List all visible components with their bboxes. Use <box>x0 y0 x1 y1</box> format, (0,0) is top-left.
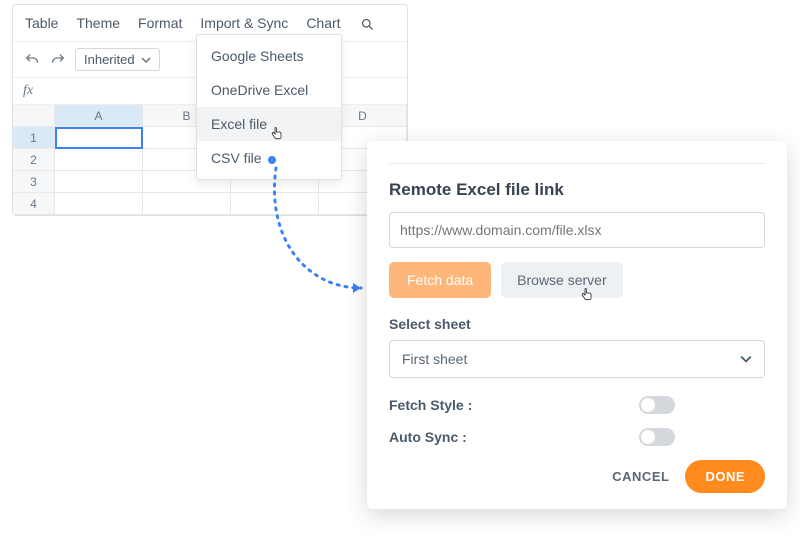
cell-a2[interactable] <box>55 149 143 171</box>
dropdown-item-excel-file[interactable]: Excel file <box>197 107 341 141</box>
undo-icon[interactable] <box>23 51 41 69</box>
auto-sync-label: Auto Sync : <box>389 429 467 445</box>
col-header-a[interactable]: A <box>55 105 143 127</box>
chevron-down-icon <box>141 55 151 65</box>
import-excel-modal: Remote Excel file link Fetch data Browse… <box>367 141 787 509</box>
menu-theme[interactable]: Theme <box>76 15 120 33</box>
menu-chart[interactable]: Chart <box>306 15 340 33</box>
fetch-data-button[interactable]: Fetch data <box>389 262 491 298</box>
dropdown-item-onedrive-excel[interactable]: OneDrive Excel <box>197 73 341 107</box>
row-header-4[interactable]: 4 <box>13 193 55 215</box>
menu-format[interactable]: Format <box>138 15 182 33</box>
dropdown-item-label: Excel file <box>211 116 267 132</box>
dropdown-item-label: CSV file <box>211 150 262 166</box>
cell-a3[interactable] <box>55 171 143 193</box>
select-sheet-value: First sheet <box>402 351 467 367</box>
search-icon[interactable] <box>359 15 377 33</box>
menu-table[interactable]: Table <box>25 15 58 33</box>
url-input[interactable] <box>389 212 765 248</box>
cancel-button[interactable]: CANCEL <box>612 469 669 484</box>
font-select[interactable]: Inherited <box>75 48 160 71</box>
connector-arrow <box>266 158 376 318</box>
fetch-style-toggle[interactable] <box>639 396 675 414</box>
row-header-3[interactable]: 3 <box>13 171 55 193</box>
divider <box>389 163 765 164</box>
done-button[interactable]: DONE <box>685 460 765 493</box>
cell-b4[interactable] <box>143 193 231 215</box>
menu-import-sync[interactable]: Import & Sync <box>200 15 288 33</box>
font-select-value: Inherited <box>84 52 135 67</box>
dropdown-item-google-sheets[interactable]: Google Sheets <box>197 39 341 73</box>
row-header-1[interactable]: 1 <box>13 127 55 149</box>
chevron-down-icon <box>740 353 752 365</box>
select-sheet-dropdown[interactable]: First sheet <box>389 340 765 378</box>
fx-label: fx <box>23 83 33 99</box>
select-sheet-label: Select sheet <box>389 316 765 332</box>
cell-a1[interactable] <box>55 127 143 149</box>
corner-cell[interactable] <box>13 105 55 127</box>
browse-server-button[interactable]: Browse server <box>501 262 622 298</box>
modal-title: Remote Excel file link <box>389 180 765 200</box>
cell-a4[interactable] <box>55 193 143 215</box>
auto-sync-toggle[interactable] <box>639 428 675 446</box>
fetch-style-label: Fetch Style : <box>389 397 472 413</box>
redo-icon[interactable] <box>49 51 67 69</box>
row-header-2[interactable]: 2 <box>13 149 55 171</box>
cursor-hand-icon <box>579 286 595 304</box>
